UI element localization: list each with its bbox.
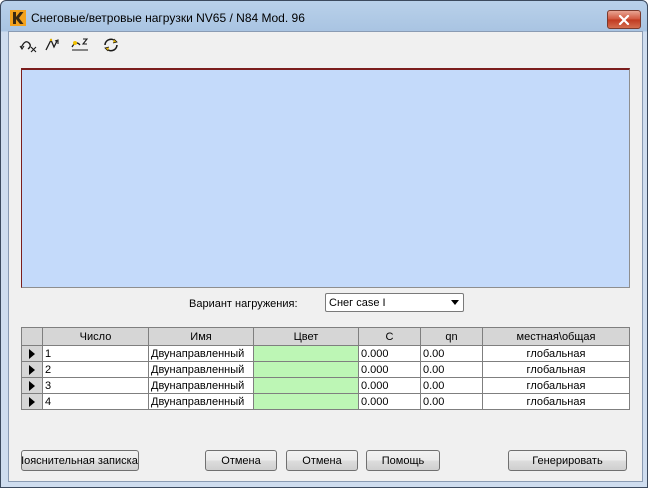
close-icon: [618, 14, 630, 25]
cell-scope[interactable]: глобальная: [482, 393, 630, 410]
cell-color[interactable]: [253, 361, 359, 378]
cell-name[interactable]: Двунаправленный: [148, 393, 254, 410]
cell-number[interactable]: 1: [42, 345, 149, 362]
help-label: Помощь: [381, 454, 425, 467]
explanatory-note-label: Пояснительная записка: [21, 454, 138, 467]
row-selector[interactable]: [21, 377, 43, 394]
row-selector[interactable]: [21, 345, 43, 362]
column-header-qn[interactable]: qn: [420, 327, 483, 346]
cancel-button-2[interactable]: Отмена: [286, 450, 358, 471]
direction-icon: [45, 38, 59, 51]
table-header-row: Число Имя Цвет C qn местная\общая: [21, 327, 630, 346]
generate-button[interactable]: Генерировать: [508, 450, 627, 471]
table-row[interactable]: 1 Двунаправленный 0.000 0.00 глобальная: [21, 345, 630, 362]
cell-color[interactable]: [253, 377, 359, 394]
cell-color[interactable]: [253, 393, 359, 410]
loads-table: Число Имя Цвет C qn местная\общая 1 Двуна…: [21, 327, 630, 410]
cell-number[interactable]: 3: [42, 377, 149, 394]
column-header-number[interactable]: Число: [42, 327, 149, 346]
variant-dropdown[interactable]: Снег case I: [325, 293, 464, 312]
cell-qn[interactable]: 0.00: [420, 361, 483, 378]
zoom-z-icon: [71, 38, 89, 51]
app-logo-icon: [10, 10, 26, 26]
column-header-color[interactable]: Цвет: [253, 327, 359, 346]
cancel-label-1: Отмена: [221, 454, 261, 467]
column-header-c[interactable]: C: [358, 327, 421, 346]
cell-c[interactable]: 0.000: [358, 345, 421, 362]
cell-qn[interactable]: 0.00: [420, 393, 483, 410]
refresh-rotate-icon: [104, 38, 118, 52]
toolbar-button-reset-axis[interactable]: [18, 36, 40, 54]
row-selector[interactable]: [21, 393, 43, 410]
dialog-client: Вариант нагружения: Снег case I Число Им…: [8, 31, 643, 482]
variant-selected-value: Снег case I: [329, 297, 386, 309]
table-row[interactable]: 2 Двунаправленный 0.000 0.00 глобальная: [21, 361, 630, 378]
cell-scope[interactable]: глобальная: [482, 345, 630, 362]
cell-name[interactable]: Двунаправленный: [148, 361, 254, 378]
close-button[interactable]: [607, 10, 641, 29]
toolbar: [9, 32, 642, 58]
cell-c[interactable]: 0.000: [358, 377, 421, 394]
cell-number[interactable]: 2: [42, 361, 149, 378]
cell-color[interactable]: [253, 345, 359, 362]
preview-canvas[interactable]: [21, 68, 630, 288]
column-header-scope[interactable]: местная\общая: [482, 327, 630, 346]
cancel-label-2: Отмена: [302, 454, 342, 467]
cell-qn[interactable]: 0.00: [420, 345, 483, 362]
cell-scope[interactable]: глобальная: [482, 377, 630, 394]
row-pointer-icon: [29, 364, 35, 375]
cell-scope[interactable]: глобальная: [482, 361, 630, 378]
reset-axis-icon: [19, 41, 37, 53]
toolbar-button-refresh[interactable]: [100, 36, 122, 54]
cell-number[interactable]: 4: [42, 393, 149, 410]
generate-label: Генерировать: [532, 454, 603, 467]
cell-name[interactable]: Двунаправленный: [148, 377, 254, 394]
column-header-name[interactable]: Имя: [148, 327, 254, 346]
cell-c[interactable]: 0.000: [358, 393, 421, 410]
window-title: Снеговые/ветровые нагрузки NV65 / N84 Mo…: [31, 11, 305, 25]
cancel-button-1[interactable]: Отмена: [205, 450, 277, 471]
table-row[interactable]: 4 Двунаправленный 0.000 0.00 глобальная: [21, 393, 630, 410]
row-selector[interactable]: [21, 361, 43, 378]
variant-label: Вариант нагружения:: [189, 298, 298, 310]
row-pointer-icon: [29, 380, 35, 391]
row-pointer-icon: [29, 348, 35, 359]
column-header-selector: [21, 327, 43, 346]
dialog-window: Снеговые/ветровые нагрузки NV65 / N84 Mo…: [0, 0, 648, 488]
title-bar[interactable]: Снеговые/ветровые нагрузки NV65 / N84 Mo…: [1, 1, 647, 31]
row-pointer-icon: [29, 396, 35, 407]
cell-name[interactable]: Двунаправленный: [148, 345, 254, 362]
table-row[interactable]: 3 Двунаправленный 0.000 0.00 глобальная: [21, 377, 630, 394]
toolbar-button-zoom-z[interactable]: [69, 36, 91, 54]
cell-c[interactable]: 0.000: [358, 361, 421, 378]
cell-qn[interactable]: 0.00: [420, 377, 483, 394]
chevron-down-icon: [451, 300, 459, 305]
help-button[interactable]: Помощь: [366, 450, 440, 471]
explanatory-note-button[interactable]: Пояснительная записка: [21, 450, 139, 471]
toolbar-button-direction[interactable]: [42, 36, 64, 54]
